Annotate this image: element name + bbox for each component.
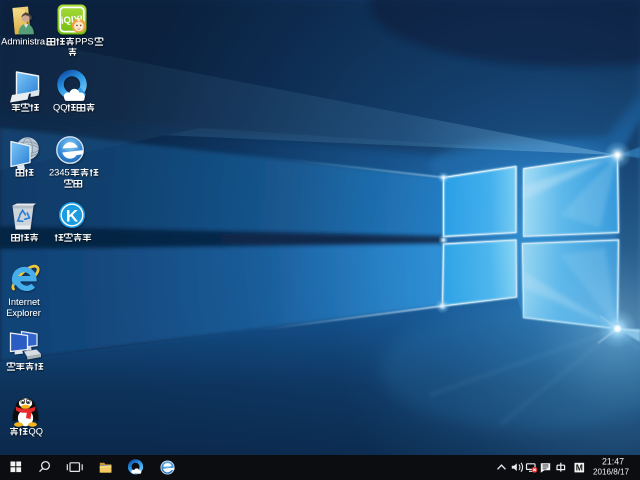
svg-text:21:47: 21:47 bbox=[602, 456, 624, 466]
svg-text:Explorer: Explorer bbox=[6, 308, 41, 318]
svg-text:M: M bbox=[576, 463, 583, 473]
svg-text:2345: 2345 bbox=[49, 168, 70, 178]
svg-text:QQ: QQ bbox=[53, 103, 67, 113]
svg-text:QQ: QQ bbox=[29, 427, 43, 437]
svg-text:Internet: Internet bbox=[8, 297, 40, 307]
svg-text:K: K bbox=[66, 207, 79, 226]
svg-text:Administra...: Administra... bbox=[1, 37, 53, 47]
svg-text:2016/8/17: 2016/8/17 bbox=[593, 468, 630, 477]
svg-text:PPS: PPS bbox=[75, 37, 94, 47]
